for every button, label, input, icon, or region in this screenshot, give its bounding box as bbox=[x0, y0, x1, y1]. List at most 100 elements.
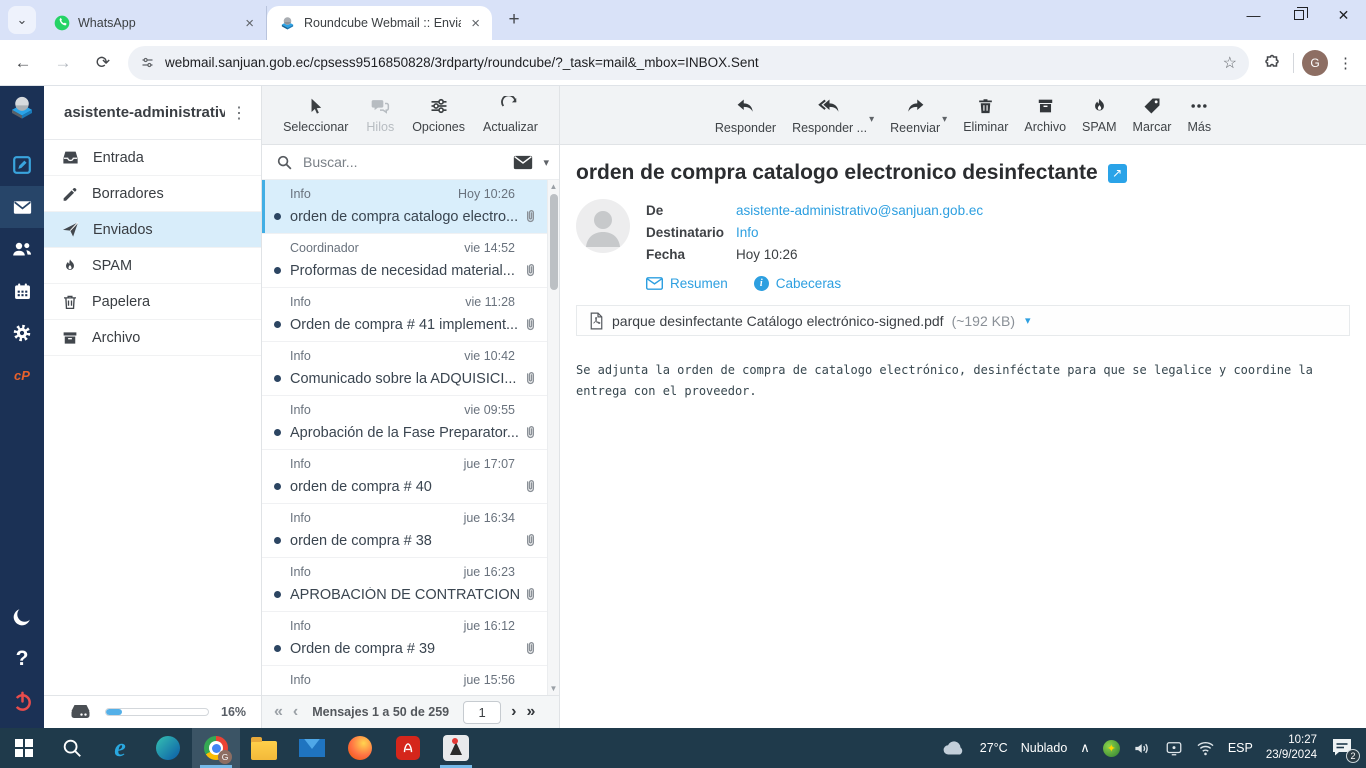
start-button[interactable] bbox=[0, 728, 48, 768]
search-options-chevron-icon[interactable]: ▾ bbox=[543, 156, 549, 169]
forward-dropdown-icon[interactable]: ▾ bbox=[942, 114, 947, 125]
options-button[interactable]: Opciones bbox=[412, 96, 465, 134]
url-text[interactable]: webmail.sanjuan.gob.ec/cpsess9516850828/… bbox=[165, 55, 1213, 70]
folder-papelera[interactable]: Papelera bbox=[44, 284, 261, 320]
back-button[interactable]: ← bbox=[6, 46, 40, 80]
logout-button[interactable] bbox=[0, 680, 44, 722]
last-page-button[interactable]: » bbox=[526, 703, 535, 721]
from-address-link[interactable]: asistente-administrativo@sanjuan.gob.ec bbox=[736, 203, 983, 218]
close-tab-icon[interactable]: × bbox=[469, 15, 482, 32]
headers-link[interactable]: i Cabeceras bbox=[754, 276, 841, 291]
taskbar-explorer-button[interactable] bbox=[240, 728, 288, 768]
attachment-row[interactable]: parque desinfectante Catálogo electrónic… bbox=[576, 305, 1350, 336]
taskbar-mail-button[interactable] bbox=[288, 728, 336, 768]
attachment-name[interactable]: parque desinfectante Catálogo electrónic… bbox=[612, 313, 944, 329]
folder-entrada[interactable]: Entrada bbox=[44, 140, 261, 176]
minimize-button[interactable]: — bbox=[1231, 0, 1276, 30]
message-row[interactable]: Coordinador vie 14:52 Proformas de neces… bbox=[262, 234, 547, 288]
folder-borradores[interactable]: Borradores bbox=[44, 176, 261, 212]
reply-all-button[interactable]: Responder ... bbox=[792, 96, 867, 135]
scrollbar-thumb[interactable] bbox=[550, 194, 558, 290]
account-menu-icon[interactable]: ⋮ bbox=[225, 103, 253, 123]
settings-nav-button[interactable] bbox=[0, 312, 44, 354]
attachment-menu-icon[interactable]: ▾ bbox=[1025, 314, 1031, 327]
compose-button[interactable] bbox=[0, 144, 44, 186]
message-row[interactable]: Info jue 15:56 bbox=[262, 666, 547, 695]
close-window-button[interactable]: ✕ bbox=[1321, 0, 1366, 30]
taskbar-ie-button[interactable]: e bbox=[96, 728, 144, 768]
wifi-icon[interactable] bbox=[1196, 740, 1215, 756]
folder-spam[interactable]: SPAM bbox=[44, 248, 261, 284]
new-tab-button[interactable]: + bbox=[500, 6, 528, 34]
page-number-input[interactable] bbox=[463, 701, 501, 724]
spam-button[interactable]: SPAM bbox=[1082, 96, 1117, 134]
message-row[interactable]: Info vie 10:42 Comunicado sobre la ADQUI… bbox=[262, 342, 547, 396]
browser-menu-icon[interactable]: ⋮ bbox=[1338, 54, 1354, 72]
reload-button[interactable]: ⟳ bbox=[86, 46, 120, 80]
weather-cloud-icon[interactable] bbox=[941, 739, 967, 757]
mail-nav-button[interactable] bbox=[0, 186, 44, 228]
connect-device-icon[interactable] bbox=[1165, 740, 1183, 756]
search-input[interactable]: Buscar... bbox=[303, 154, 503, 170]
scroll-down-icon[interactable]: ▼ bbox=[548, 682, 559, 695]
message-row[interactable]: Info jue 16:12 Orden de compra # 39 bbox=[262, 612, 547, 666]
list-scrollbar[interactable]: ▲ ▼ bbox=[547, 180, 559, 695]
taskbar-chrome-button[interactable]: G bbox=[192, 728, 240, 768]
threads-button[interactable]: Hilos bbox=[366, 96, 394, 134]
volume-icon[interactable] bbox=[1133, 740, 1152, 757]
cpanel-link[interactable]: cP bbox=[0, 354, 44, 396]
select-button[interactable]: Seleccionar bbox=[283, 97, 348, 134]
message-row[interactable]: Info jue 17:07 orden de compra # 40 bbox=[262, 450, 547, 504]
taskbar-acrobat-button[interactable] bbox=[384, 728, 432, 768]
site-info-icon[interactable] bbox=[140, 55, 155, 70]
hidden-icons-chevron[interactable]: ∧ bbox=[1080, 740, 1090, 756]
tab-search-chevron-icon[interactable]: ⌄ bbox=[8, 6, 36, 34]
to-address-link[interactable]: Info bbox=[736, 225, 759, 240]
bookmark-star-icon[interactable]: ☆ bbox=[1223, 53, 1237, 73]
address-bar[interactable]: webmail.sanjuan.gob.ec/cpsess9516850828/… bbox=[128, 46, 1249, 80]
message-row[interactable]: Info vie 09:55 Aprobación de la Fase Pre… bbox=[262, 396, 547, 450]
antivirus-tray-icon[interactable]: ✦ bbox=[1103, 740, 1120, 757]
clock[interactable]: 10:27 23/9/2024 bbox=[1266, 733, 1317, 763]
archive-button[interactable]: Archivo bbox=[1024, 96, 1066, 134]
first-page-button[interactable]: « bbox=[274, 703, 283, 721]
help-button[interactable]: ? bbox=[0, 638, 44, 680]
extensions-icon[interactable] bbox=[1263, 54, 1281, 72]
contacts-nav-button[interactable] bbox=[0, 228, 44, 270]
profile-avatar[interactable]: G bbox=[1302, 50, 1328, 76]
dark-mode-button[interactable] bbox=[0, 596, 44, 638]
next-page-button[interactable]: › bbox=[511, 703, 516, 721]
close-tab-icon[interactable]: × bbox=[243, 15, 256, 32]
taskbar-search-button[interactable] bbox=[48, 728, 96, 768]
message-row[interactable]: Info Hoy 10:26 orden de compra catalogo … bbox=[262, 180, 547, 234]
calendar-nav-button[interactable] bbox=[0, 270, 44, 312]
search-bar[interactable]: Buscar... ▾ bbox=[262, 145, 559, 180]
summary-link[interactable]: Resumen bbox=[646, 276, 728, 291]
search-scope-icon[interactable] bbox=[513, 155, 533, 170]
reply-button[interactable]: Responder bbox=[715, 96, 776, 135]
reply-all-dropdown-icon[interactable]: ▾ bbox=[869, 114, 874, 125]
message-row[interactable]: Info jue 16:34 orden de compra # 38 bbox=[262, 504, 547, 558]
taskbar-edge-button[interactable] bbox=[144, 728, 192, 768]
taskbar-firefox-button[interactable] bbox=[336, 728, 384, 768]
folder-enviados[interactable]: Enviados bbox=[44, 212, 261, 248]
language-indicator[interactable]: ESP bbox=[1228, 741, 1253, 755]
tab-roundcube[interactable]: Roundcube Webmail :: Enviados × bbox=[267, 6, 492, 40]
weather-temp[interactable]: 27°C bbox=[980, 741, 1008, 755]
taskbar-java-button[interactable] bbox=[432, 728, 480, 768]
prev-page-button[interactable]: ‹ bbox=[293, 703, 298, 721]
action-center-button[interactable]: 2 bbox=[1330, 736, 1356, 760]
scroll-up-icon[interactable]: ▲ bbox=[548, 180, 559, 193]
message-row[interactable]: Info vie 11:28 Orden de compra # 41 impl… bbox=[262, 288, 547, 342]
open-in-new-window-icon[interactable]: ↗ bbox=[1108, 164, 1127, 183]
refresh-button[interactable]: Actualizar bbox=[483, 96, 538, 134]
forward-button[interactable]: → bbox=[46, 46, 80, 80]
weather-desc[interactable]: Nublado bbox=[1021, 741, 1068, 755]
delete-button[interactable]: Eliminar bbox=[963, 96, 1008, 134]
message-row[interactable]: Info jue 16:23 APROBACIÓN DE CONTRATCION… bbox=[262, 558, 547, 612]
mark-button[interactable]: Marcar bbox=[1133, 96, 1172, 134]
folder-archivo[interactable]: Archivo bbox=[44, 320, 261, 356]
restore-button[interactable] bbox=[1276, 0, 1321, 30]
tab-whatsapp[interactable]: WhatsApp × bbox=[42, 6, 267, 40]
more-button[interactable]: Más bbox=[1187, 96, 1211, 134]
